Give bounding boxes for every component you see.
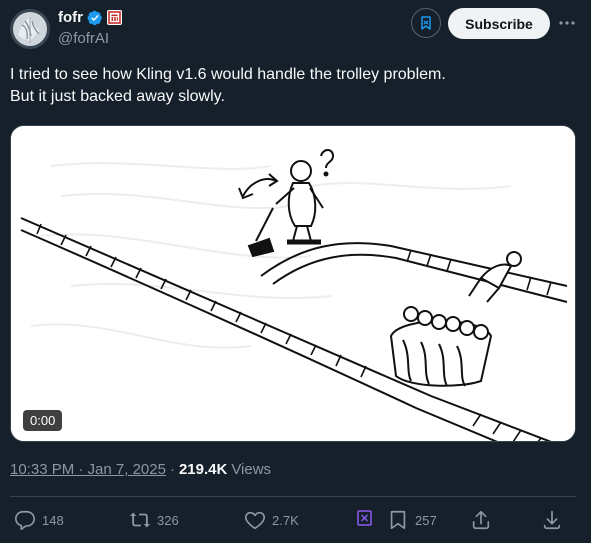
bookmark-button[interactable]: 257 [387, 509, 437, 531]
author-name-row: fofr [58, 9, 122, 26]
grok-icon [421, 16, 431, 30]
views-count: 219.4K [178, 461, 228, 478]
views-label: Views [231, 461, 272, 478]
repost-count: 326 [157, 512, 179, 528]
tweet-timestamp[interactable]: 10:33 PM · Jan 7, 2025 [10, 461, 166, 478]
author-display-name[interactable]: fofr [58, 9, 83, 26]
grok-analyze-button[interactable] [356, 509, 374, 527]
more-options-icon[interactable] [556, 12, 578, 34]
reply-icon [15, 510, 35, 530]
divider [10, 496, 576, 497]
bookmark-icon [390, 510, 406, 530]
reply-count: 148 [42, 512, 64, 528]
share-button[interactable] [470, 509, 492, 531]
like-button[interactable]: 2.7K [244, 509, 299, 531]
tweet-meta: 10:33 PM · Jan 7, 2025 · 219.4K Views [10, 461, 271, 478]
download-button[interactable] [541, 509, 563, 531]
tweet-text: I tried to see how Kling v1.6 would hand… [10, 64, 580, 108]
like-count: 2.7K [272, 512, 299, 528]
download-icon [543, 510, 561, 530]
bookmark-count: 257 [415, 512, 437, 528]
verified-badge-icon[interactable] [87, 10, 103, 26]
repost-button[interactable]: 326 [129, 509, 179, 531]
tweet-text-line-2: But it just backed away slowly. [10, 88, 225, 105]
grok-button[interactable] [411, 8, 441, 38]
trolley-problem-illustration [11, 126, 575, 441]
video-duration-badge: 0:00 [23, 410, 63, 431]
repost-icon [129, 512, 151, 528]
share-icon [472, 510, 490, 530]
affiliate-badge-icon[interactable] [107, 10, 122, 25]
grok-analyze-icon [357, 510, 372, 526]
meta-separator: · [169, 461, 175, 478]
author-handle[interactable]: @fofrAI [58, 30, 109, 47]
heart-icon [245, 511, 265, 530]
tweet-card: fofr @fofrAI Subscribe I tried to see ho… [0, 0, 591, 543]
avatar[interactable] [10, 9, 50, 49]
video-player[interactable]: 0:00 [10, 125, 576, 442]
avatar-image [10, 9, 50, 49]
tweet-text-line-1: I tried to see how Kling v1.6 would hand… [10, 66, 446, 83]
subscribe-button[interactable]: Subscribe [448, 8, 550, 39]
reply-button[interactable]: 148 [14, 509, 64, 531]
